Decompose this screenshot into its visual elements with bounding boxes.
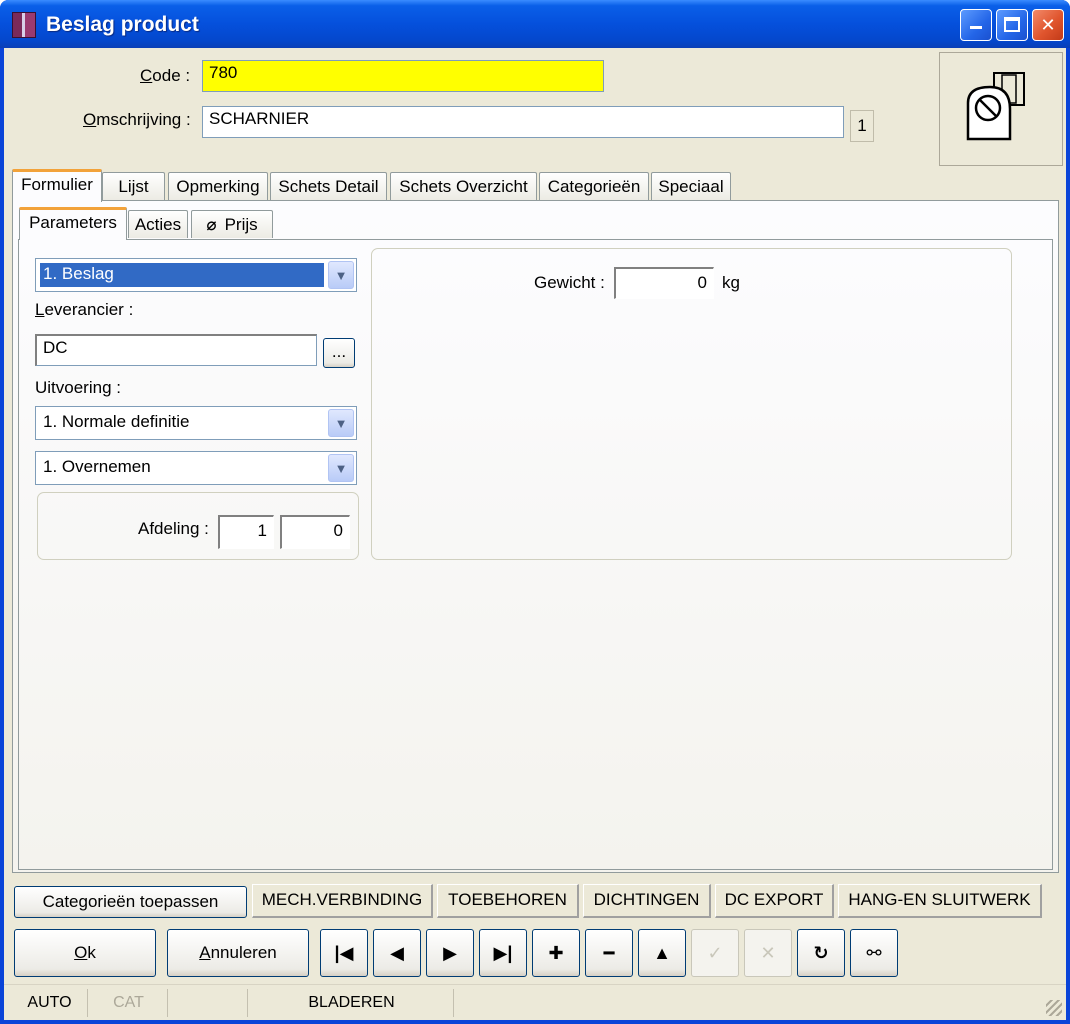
uitvoering-label: Uitvoering :	[35, 378, 121, 397]
leverancier-input[interactable]: DC	[35, 334, 317, 366]
last-record-button[interactable]: ▶|	[479, 929, 527, 977]
next-record-icon: ▶	[443, 943, 457, 963]
app-icon	[12, 12, 36, 38]
status-state: BLADEREN	[250, 989, 454, 1017]
afdeling-label: Afdeling :	[138, 519, 209, 538]
uitvoering-select[interactable]: 1. Normale definitie ▼	[35, 406, 357, 440]
gewicht-group: Gewicht : 0 kg	[371, 248, 1012, 560]
discard-icon: ✕	[760, 943, 776, 963]
categorieen-toepassen-button[interactable]: Categorieën toepassen	[14, 886, 247, 918]
discard-button[interactable]: ✕	[744, 929, 792, 977]
search-binoculars-icon: ⚯	[866, 943, 882, 963]
dc-export-button[interactable]: DC EXPORT	[715, 884, 834, 918]
hinge-icon	[966, 72, 1025, 141]
dichtingen-button[interactable]: DICHTINGEN	[583, 884, 711, 918]
refresh-icon: ↻	[813, 943, 829, 963]
tab-schets-detail[interactable]: Schets Detail	[270, 172, 387, 200]
refresh-button[interactable]: ↻	[797, 929, 845, 977]
add-record-icon: ✚	[548, 943, 564, 963]
gewicht-unit: kg	[722, 273, 740, 292]
mech-verbinding-button[interactable]: MECH.VERBINDING	[252, 884, 433, 918]
resize-grip-icon[interactable]	[1046, 1000, 1062, 1016]
gewicht-input[interactable]: 0	[614, 267, 714, 299]
overnemen-select[interactable]: 1. Overnemen ▼	[35, 451, 357, 485]
toebehoren-button[interactable]: TOEBEHOREN	[437, 884, 579, 918]
chevron-down-icon[interactable]: ▼	[328, 409, 354, 437]
first-record-icon: |◀	[334, 943, 354, 963]
delete-record-icon: ━	[603, 943, 615, 963]
client-area: Code : 780 Omschrijving : SCHARNIER 1 Fo…	[4, 48, 1066, 1020]
up-icon: ▲	[653, 943, 671, 963]
overnemen-select-value: 1. Overnemen	[43, 457, 151, 476]
delete-record-button[interactable]: ━	[585, 929, 633, 977]
gewicht-label: Gewicht :	[534, 273, 605, 292]
afdeling-group: Afdeling : 1 0	[37, 492, 359, 560]
minimize-button[interactable]	[960, 9, 992, 41]
type-select-value: 1. Beslag	[40, 263, 324, 287]
status-empty	[170, 989, 248, 1017]
omschrijving-label: Omschrijving :	[83, 110, 191, 129]
leverancier-browse-button[interactable]: ...	[323, 338, 355, 368]
confirm-icon: ✓	[707, 943, 723, 963]
search-button[interactable]: ⚯	[850, 929, 898, 977]
up-button[interactable]: ▲	[638, 929, 686, 977]
first-record-button[interactable]: |◀	[320, 929, 368, 977]
afdeling-input-1[interactable]: 1	[218, 515, 274, 549]
ok-button[interactable]: Ok	[14, 929, 156, 977]
afdeling-input-2[interactable]: 0	[280, 515, 350, 549]
tab-lijst[interactable]: Lijst	[102, 172, 165, 200]
omschrijving-count: 1	[850, 110, 874, 142]
uitvoering-select-value: 1. Normale definitie	[43, 412, 190, 431]
code-input[interactable]: 780	[202, 60, 604, 92]
tab-speciaal[interactable]: Speciaal	[651, 172, 731, 200]
window-title: Beslag product	[46, 13, 199, 36]
maximize-icon	[1004, 17, 1020, 32]
status-cat: CAT	[90, 989, 168, 1017]
hang-en-sluitwerk-button[interactable]: HANG-EN SLUITWERK	[838, 884, 1042, 918]
title-bar[interactable]: Beslag product ✕	[0, 0, 1070, 48]
product-preview	[939, 52, 1063, 166]
paperclip-icon: ⌀	[206, 215, 217, 234]
status-bar: AUTO CAT BLADEREN	[4, 984, 1066, 1020]
close-icon: ✕	[1040, 15, 1056, 35]
formulier-panel: Parameters Acties ⌀ Prijs 1. Beslag ▼ Lev…	[12, 200, 1059, 873]
chevron-down-icon[interactable]: ▼	[328, 261, 354, 289]
previous-record-icon: ◀	[390, 943, 404, 963]
status-mode: AUTO	[12, 989, 88, 1017]
minimize-icon	[970, 26, 982, 29]
close-button[interactable]: ✕	[1032, 9, 1064, 41]
annuleren-button[interactable]: Annuleren	[167, 929, 309, 977]
last-record-icon: ▶|	[493, 943, 513, 963]
code-label: Code :	[140, 66, 191, 85]
subtab-acties[interactable]: Acties	[128, 210, 188, 238]
tab-categorieen[interactable]: Categorieën	[539, 172, 649, 200]
add-record-button[interactable]: ✚	[532, 929, 580, 977]
subtab-parameters[interactable]: Parameters	[19, 207, 127, 240]
tab-opmerking[interactable]: Opmerking	[168, 172, 268, 200]
next-record-button[interactable]: ▶	[426, 929, 474, 977]
maximize-button[interactable]	[996, 9, 1028, 41]
leverancier-label: Leverancier :	[35, 300, 134, 319]
parameters-panel: 1. Beslag ▼ Leverancier : DC ... Uitvoer…	[18, 239, 1053, 870]
window: Beslag product ✕ Code : 780 Omschrijving…	[0, 0, 1070, 1024]
tab-schets-overzicht[interactable]: Schets Overzicht	[390, 172, 537, 200]
omschrijving-input[interactable]: SCHARNIER	[202, 106, 844, 138]
subtab-prijs-label: Prijs	[224, 215, 258, 234]
previous-record-button[interactable]: ◀	[373, 929, 421, 977]
chevron-down-icon[interactable]: ▼	[328, 454, 354, 482]
subtab-prijs[interactable]: ⌀ Prijs	[191, 210, 273, 238]
type-select[interactable]: 1. Beslag ▼	[35, 258, 357, 292]
confirm-button[interactable]: ✓	[691, 929, 739, 977]
tab-formulier[interactable]: Formulier	[12, 169, 102, 202]
